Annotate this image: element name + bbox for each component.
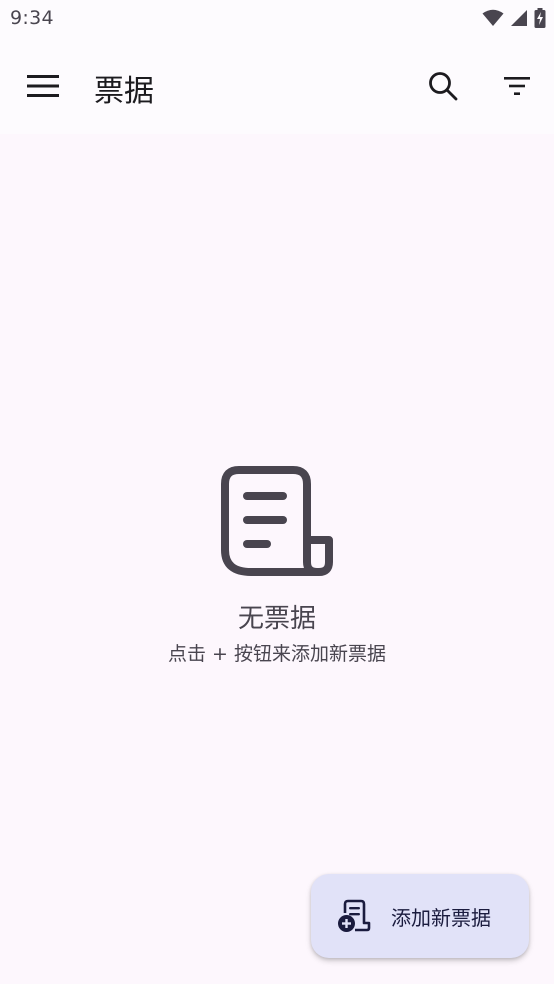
empty-state-subtitle: 点击 + 按钮来添加新票据 (168, 643, 386, 665)
filter-button[interactable] (489, 58, 545, 114)
menu-button[interactable] (15, 58, 71, 114)
fab-label: 添加新票据 (391, 905, 491, 930)
search-icon (429, 72, 458, 101)
status-time: 9:34 (10, 7, 54, 29)
receipt-icon (221, 466, 333, 576)
search-button[interactable] (415, 58, 471, 114)
status-bar: 9:34 (0, 0, 554, 38)
empty-state-title: 无票据 (237, 604, 316, 634)
wifi-icon (482, 9, 504, 26)
cellular-signal-icon (511, 10, 527, 26)
filter-icon (504, 77, 530, 95)
top-app-bar: 票据 (0, 38, 554, 134)
page-title: 票据 (94, 74, 154, 109)
status-icons (482, 8, 546, 28)
empty-state: 无票据 点击 + 按钮来添加新票据 (0, 466, 554, 666)
menu-icon (27, 75, 59, 97)
add-receipt-icon (338, 899, 371, 932)
add-receipt-fab[interactable]: 添加新票据 (311, 874, 529, 958)
content-area: 无票据 点击 + 按钮来添加新票据 (0, 134, 554, 984)
battery-charging-icon (534, 8, 546, 28)
